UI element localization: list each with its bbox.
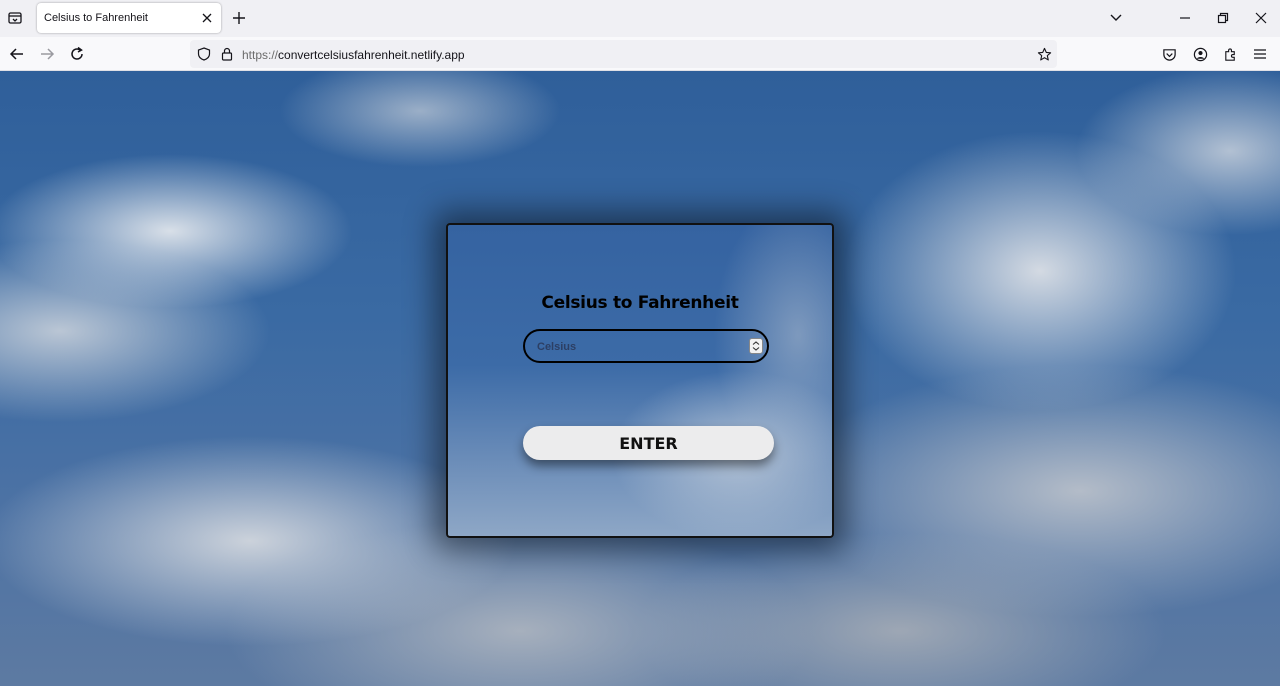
chevron-down-icon [1110,14,1122,21]
tab-active[interactable]: Celsius to Fahrenheit [37,3,221,33]
shield-icon [197,47,211,61]
converter-card: Celsius to Fahrenheit Celsius ENTER [446,223,834,538]
app-menu-button[interactable] [1247,41,1273,67]
restore-button[interactable] [1210,5,1236,31]
page-content: Celsius to Fahrenheit Celsius ENTER [0,71,1280,686]
reload-button[interactable] [64,41,90,67]
close-window-button[interactable] [1248,5,1274,31]
site-info-button[interactable] [219,46,235,62]
url-host: convertcelsiusfahrenheit.netlify.app [278,48,465,62]
enter-button[interactable]: ENTER [523,426,774,460]
account-icon [1193,47,1207,61]
celsius-input[interactable]: Celsius [523,329,769,363]
url-protocol: https:// [242,48,279,62]
close-window-icon [1255,12,1267,24]
celsius-placeholder: Celsius [537,341,577,353]
tracking-protection-button[interactable] [196,46,212,62]
url-text[interactable]: https://convertcelsiusfahrenheit.netlify… [242,48,465,62]
page-title: Celsius to Fahrenheit [541,293,739,313]
lock-icon [221,47,233,61]
menu-icon [1254,49,1266,59]
plus-icon [233,12,245,24]
pocket-button[interactable] [1156,41,1182,67]
extensions-icon [1224,47,1235,61]
account-button[interactable] [1187,41,1213,67]
browser-window: Celsius to Fahrenheit https://convertcel… [0,0,1280,686]
navigation-bar: https://convertcelsiusfahrenheit.netlify… [0,37,1280,71]
forward-button[interactable] [34,41,60,67]
spinner-icon [752,341,760,351]
extensions-button[interactable] [1217,41,1243,67]
number-spinner[interactable] [749,338,763,354]
minimize-button[interactable] [1172,5,1198,31]
list-all-tabs-button[interactable] [1103,5,1129,31]
tab-list-button[interactable] [2,5,28,31]
tab-strip: Celsius to Fahrenheit [0,0,1280,37]
back-button[interactable] [4,41,30,67]
minimize-icon [1180,17,1190,19]
bookmark-button[interactable] [1036,46,1052,62]
close-icon [202,13,212,23]
pocket-icon [1162,48,1176,61]
reload-icon [71,46,83,60]
forward-icon [41,48,55,60]
tab-list-icon [8,12,22,24]
url-bar[interactable]: https://convertcelsiusfahrenheit.netlify… [190,40,1057,68]
star-icon [1037,47,1051,60]
restore-icon [1217,12,1229,24]
new-tab-button[interactable] [228,7,250,29]
tab-close-button[interactable] [197,8,217,28]
back-icon [9,48,23,60]
tab-title: Celsius to Fahrenheit [44,12,148,24]
